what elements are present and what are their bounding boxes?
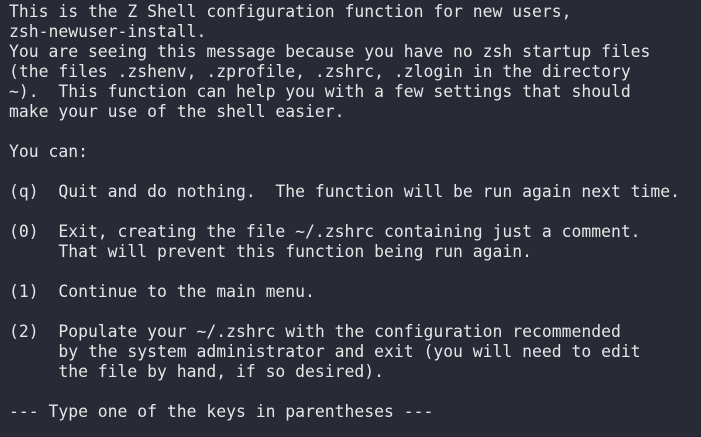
option-2-line-1: (2) Populate your ~/.zshrc with the conf… (9, 322, 621, 341)
intro-line-1: This is the Z Shell configuration functi… (9, 2, 572, 21)
intro-line-6: make your use of the shell easier. (9, 102, 345, 121)
you-can-line: You can: (9, 142, 88, 161)
option-0-line-2: That will prevent this function being ru… (9, 242, 533, 261)
intro-line-5: ~). This function can help you with a fe… (9, 82, 631, 101)
option-0-line-1: (0) Exit, creating the file ~/.zshrc con… (9, 222, 641, 241)
prompt-line: --- Type one of the keys in parentheses … (9, 402, 434, 421)
option-2-line-3: the file by hand, if so desired). (9, 362, 384, 381)
intro-line-4: (the files .zshenv, .zprofile, .zshrc, .… (9, 62, 631, 81)
terminal-window[interactable]: This is the Z Shell configuration functi… (0, 0, 701, 437)
intro-line-3: You are seeing this message because you … (9, 42, 651, 61)
option-2-line-2: by the system administrator and exit (yo… (9, 342, 641, 361)
option-q-line: (q) Quit and do nothing. The function wi… (9, 182, 681, 201)
option-1-line: (1) Continue to the main menu. (9, 282, 315, 301)
intro-line-2: zsh-newuser-install. (9, 22, 207, 41)
